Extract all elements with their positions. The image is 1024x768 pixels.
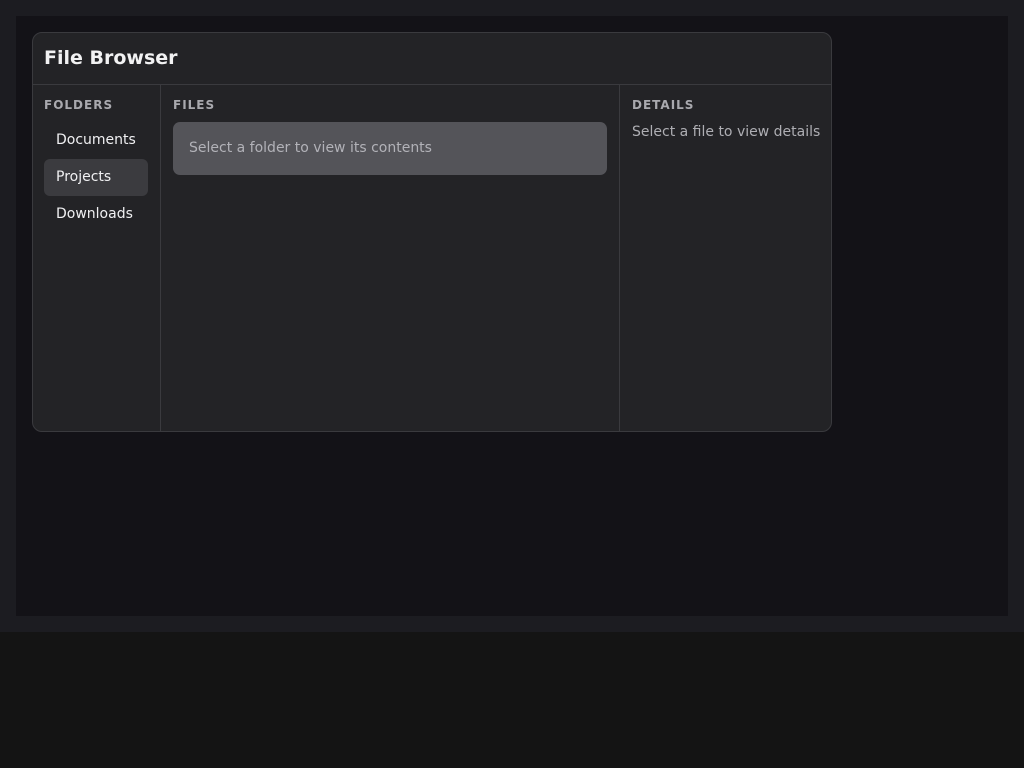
file-browser-panel: File Browser FOLDERS Documents Projects … (32, 32, 832, 432)
folder-item-downloads[interactable]: Downloads (44, 196, 148, 233)
folder-list: Documents Projects Downloads (44, 122, 148, 233)
details-empty-state: Select a file to view details (632, 124, 821, 140)
details-column: DETAILS Select a file to view details (620, 85, 831, 431)
folder-item-documents[interactable]: Documents (44, 122, 148, 159)
folders-column: FOLDERS Documents Projects Downloads (33, 85, 161, 431)
page-title: File Browser (44, 47, 178, 69)
details-section-label: DETAILS (632, 98, 695, 112)
folders-section-label: FOLDERS (44, 98, 114, 112)
app-viewport: File Browser FOLDERS Documents Projects … (16, 16, 1008, 616)
files-empty-state: Select a folder to view its contents (173, 122, 607, 175)
files-column: FILES Select a folder to view its conten… (161, 85, 620, 431)
panel-header: File Browser (33, 33, 831, 85)
app-frame: File Browser FOLDERS Documents Projects … (0, 0, 1024, 632)
files-section-label: FILES (173, 98, 216, 112)
folder-item-projects[interactable]: Projects (44, 159, 148, 196)
